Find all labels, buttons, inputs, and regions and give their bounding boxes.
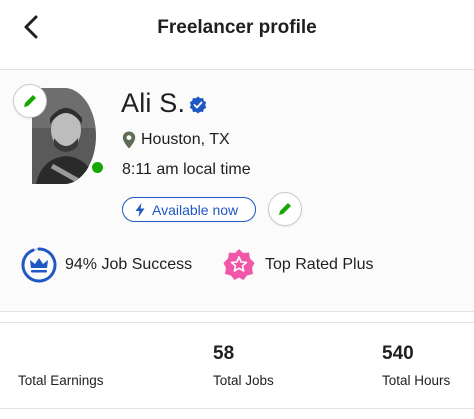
lightning-bolt-icon xyxy=(135,202,145,217)
job-success-label: 94% Job Success xyxy=(65,256,193,273)
freelancer-name: Ali S. xyxy=(121,88,186,118)
online-status-indicator xyxy=(89,159,106,176)
location-pin-icon xyxy=(122,131,136,149)
edit-availability-button[interactable] xyxy=(268,192,302,226)
profile-card: Ali S. Houston, TX 8:11 am local time Av… xyxy=(0,70,474,312)
crown-icon xyxy=(21,247,57,283)
star-icon xyxy=(223,249,255,280)
pencil-icon xyxy=(24,95,36,107)
name-row: Ali S. xyxy=(121,88,207,119)
total-earnings-label: Total Earnings xyxy=(18,373,104,388)
availability-label: Available now xyxy=(152,201,239,218)
page-title: Freelancer profile xyxy=(157,17,317,38)
edit-photo-button[interactable] xyxy=(13,84,47,118)
total-hours-label: Total Hours xyxy=(382,373,451,388)
app-header: Freelancer profile xyxy=(0,0,474,58)
stats-section: Total Earnings 58 Total Jobs 540 Total H… xyxy=(0,322,474,410)
pencil-icon xyxy=(279,203,291,215)
total-jobs-label: Total Jobs xyxy=(213,373,274,388)
location-row: Houston, TX xyxy=(122,131,230,149)
job-success-badge: 94% Job Success xyxy=(21,247,192,283)
total-jobs-value: 58 xyxy=(213,343,235,364)
availability-badge[interactable]: Available now xyxy=(122,197,256,222)
verified-badge-icon xyxy=(190,96,207,113)
divider xyxy=(0,408,474,409)
top-rated-label: Top Rated Plus xyxy=(265,256,374,273)
top-rated-badge: Top Rated Plus xyxy=(221,247,374,283)
location-text: Houston, TX xyxy=(141,131,230,148)
total-hours-value: 540 xyxy=(382,343,414,364)
local-time: 8:11 am local time xyxy=(122,161,251,178)
